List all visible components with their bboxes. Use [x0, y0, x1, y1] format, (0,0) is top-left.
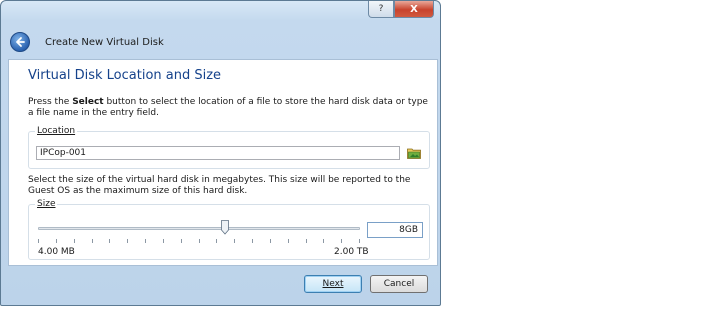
slider-tick: [288, 239, 289, 243]
next-button[interactable]: Next: [304, 275, 362, 293]
slider-tick: [92, 239, 93, 243]
browse-folder-button[interactable]: [406, 145, 422, 161]
slider-ticks: [38, 239, 360, 244]
slider-tick: [38, 239, 39, 243]
dialog-footer: Next Cancel: [1, 266, 440, 305]
slider-tick: [341, 239, 342, 243]
slider-tick: [216, 239, 217, 243]
slider-tick: [306, 239, 307, 243]
location-label: Location: [35, 126, 78, 136]
location-group: Location IPCop-001: [28, 126, 430, 169]
wizard-page: Virtual Disk Location and Size Press the…: [8, 59, 438, 266]
close-button[interactable]: X: [394, 1, 434, 18]
caption-buttons: ? X: [368, 1, 434, 18]
size-max-label: 2.00 TB: [334, 247, 369, 257]
slider-tick: [199, 239, 200, 243]
folder-icon: [407, 148, 421, 159]
dialog-title: Create New Virtual Disk: [45, 37, 164, 48]
slider-tick: [234, 239, 235, 243]
size-description: Select the size of the virtual hard disk…: [28, 175, 411, 196]
slider-tick: [181, 239, 182, 243]
cancel-button[interactable]: Cancel: [370, 275, 428, 293]
size-slider-track[interactable]: [38, 227, 360, 230]
size-slider-thumb[interactable]: [221, 220, 229, 235]
back-arrow-icon: [16, 37, 25, 47]
slider-tick: [323, 239, 324, 243]
help-button[interactable]: ?: [368, 1, 394, 18]
size-label: Size: [35, 199, 58, 209]
slider-tick: [109, 239, 110, 243]
location-input[interactable]: IPCop-001: [36, 146, 400, 160]
slider-tick: [252, 239, 253, 243]
size-input[interactable]: 8GB: [367, 222, 423, 238]
slider-tick: [56, 239, 57, 243]
page-heading: Virtual Disk Location and Size: [28, 68, 222, 83]
location-description: Press the Select button to select the lo…: [28, 97, 433, 119]
create-virtual-disk-dialog: ? X Create New Virtual Disk Virtual Disk…: [0, 0, 441, 306]
slider-tick: [359, 239, 360, 243]
description-prefix: Press the: [28, 97, 73, 107]
dialog-header: Create New Virtual Disk: [1, 21, 440, 59]
back-button[interactable]: [10, 32, 30, 52]
description-bold: Select: [72, 97, 104, 107]
size-min-label: 4.00 MB: [38, 247, 75, 257]
size-group: Size 8GB 4.00 MB 2.00 TB: [28, 199, 430, 260]
slider-tick: [127, 239, 128, 243]
slider-tick: [270, 239, 271, 243]
slider-tick: [163, 239, 164, 243]
slider-tick: [74, 239, 75, 243]
slider-tick: [145, 239, 146, 243]
